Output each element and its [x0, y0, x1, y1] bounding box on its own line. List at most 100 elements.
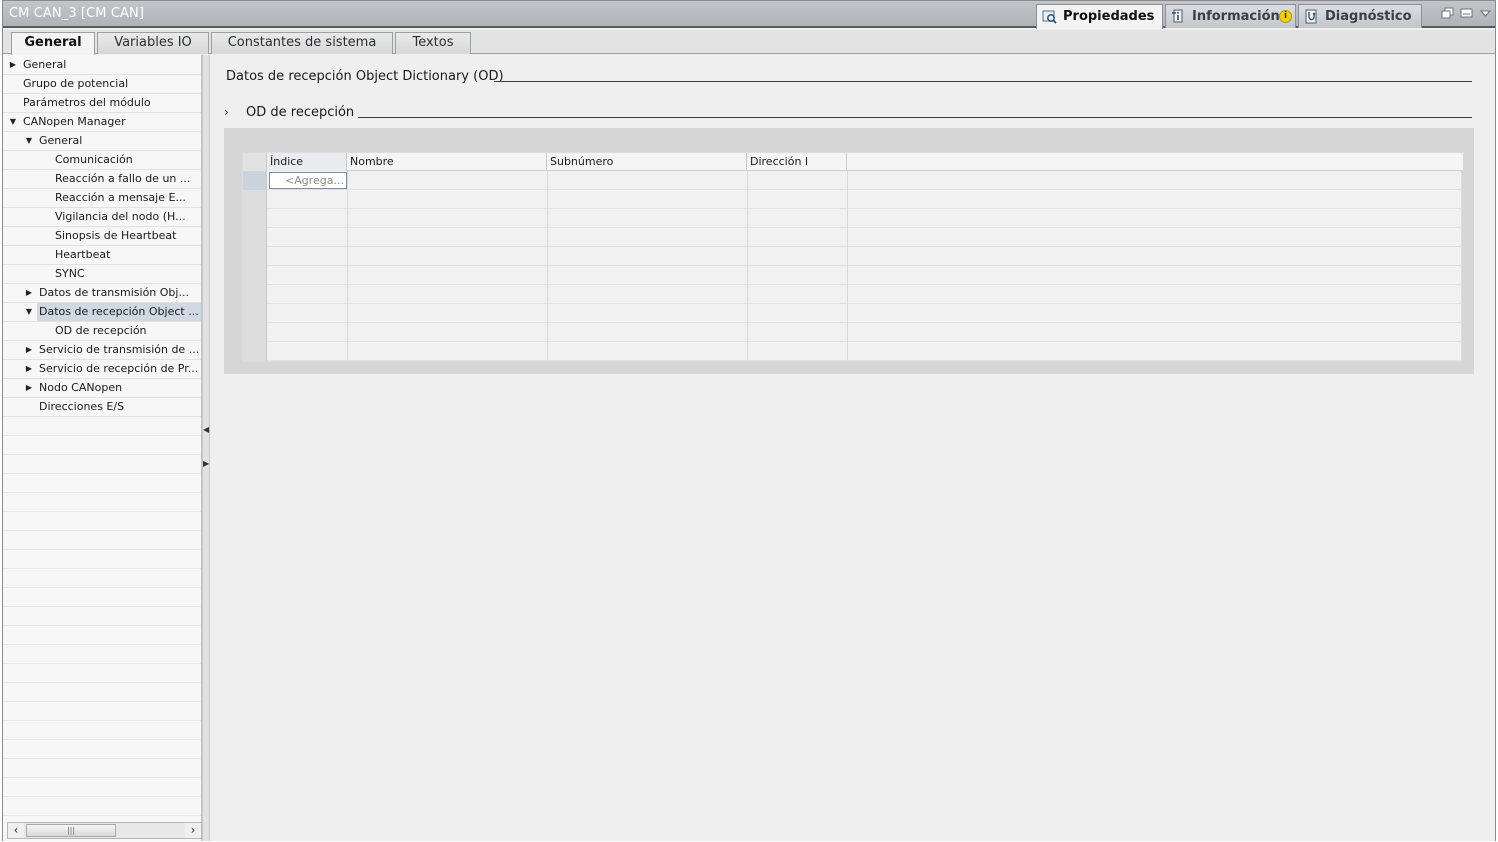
nav-item-manager-general[interactable]: ▼ General — [3, 132, 201, 151]
column-separator — [847, 171, 848, 190]
section-divider — [494, 81, 1472, 82]
subtab-general[interactable]: General — [11, 32, 95, 55]
column-header-name[interactable]: Nombre — [347, 153, 547, 171]
table-row[interactable] — [243, 247, 1463, 266]
column-separator — [747, 304, 748, 323]
nav-item-label: Datos de recepción Object ... — [37, 303, 201, 321]
column-separator — [547, 209, 548, 228]
table-row[interactable] — [243, 209, 1463, 228]
tab-properties[interactable]: Propiedades — [1036, 4, 1163, 29]
collapse-icon[interactable]: ▼ — [8, 113, 18, 131]
nav-item-od-receive[interactable]: OD de recepción — [3, 322, 201, 341]
info-icon — [1172, 9, 1183, 23]
panel-splitter[interactable]: ◀ ▶ — [202, 55, 210, 841]
subsection-title[interactable]: OD de recepción — [246, 105, 354, 120]
table-row[interactable] — [243, 266, 1463, 285]
float-window-icon[interactable] — [1441, 7, 1454, 19]
minimize-window-icon[interactable] — [1460, 7, 1473, 19]
row-header[interactable] — [243, 228, 267, 247]
table-row[interactable]: <Agrega... — [243, 171, 1463, 190]
nav-empty-row — [3, 740, 201, 759]
column-header-subnumber[interactable]: Subnúmero — [547, 153, 747, 171]
nav-item-label: Heartbeat — [55, 248, 111, 261]
collapse-icon[interactable]: ▼ — [24, 132, 34, 150]
column-header-address[interactable]: Dirección I — [747, 153, 847, 171]
table-row[interactable] — [243, 285, 1463, 304]
nav-item-transmit-od[interactable]: ▶ Datos de transmisión Obj... — [3, 284, 201, 303]
nav-item-canopen-manager[interactable]: ▼ CANopen Manager — [3, 113, 201, 132]
nav-item-node-guarding[interactable]: Vigilancia del nodo (H... — [3, 208, 201, 227]
nav-item-canopen-node[interactable]: ▶ Nodo CANopen — [3, 379, 201, 398]
od-table-container: Índice Nombre Subnúmero Dirección I <Agr… — [224, 128, 1474, 374]
collapse-left-icon[interactable]: ◀ — [203, 423, 209, 437]
scroll-left-icon[interactable]: ‹ — [8, 823, 24, 838]
row-header[interactable] — [243, 209, 267, 228]
row-header[interactable] — [243, 285, 267, 304]
nav-empty-row — [3, 512, 201, 531]
sub-tab-bar: General Variables IO Constantes de siste… — [3, 30, 1495, 55]
column-header-index[interactable]: Índice — [267, 153, 347, 171]
collapse-icon[interactable]: ▼ — [24, 303, 34, 321]
tab-info[interactable]: Información i — [1165, 4, 1296, 28]
nav-item-sync[interactable]: SYNC — [3, 265, 201, 284]
nav-item-label: CANopen Manager — [23, 115, 126, 128]
nav-horizontal-scrollbar[interactable]: ‹ ||| › — [7, 822, 202, 839]
nav-item-heartbeat[interactable]: Heartbeat — [3, 246, 201, 265]
column-separator — [747, 209, 748, 228]
row-header[interactable] — [243, 342, 267, 361]
row-header[interactable] — [243, 323, 267, 342]
nav-item-communication[interactable]: Comunicación — [3, 151, 201, 170]
nav-empty-row — [3, 550, 201, 569]
expand-icon[interactable]: ▶ — [24, 379, 34, 397]
table-row[interactable] — [243, 228, 1463, 247]
tab-diagnostics[interactable]: Diagnóstico — [1298, 4, 1422, 28]
nav-item-label: General — [23, 58, 67, 71]
row-header[interactable] — [243, 190, 267, 209]
dropdown-menu-icon[interactable] — [1479, 7, 1492, 19]
table-row[interactable] — [243, 323, 1463, 342]
expand-icon[interactable]: ▶ — [24, 360, 34, 378]
subtab-texts[interactable]: Textos — [395, 32, 471, 54]
nav-item-heartbeat-overview[interactable]: Sinopsis de Heartbeat — [3, 227, 201, 246]
nav-item-potential-group[interactable]: Grupo de potencial — [3, 75, 201, 94]
column-separator — [547, 266, 548, 285]
column-separator — [347, 323, 348, 342]
expand-icon[interactable]: ▶ — [24, 284, 34, 302]
expand-icon[interactable]: ▶ — [8, 56, 18, 74]
expand-right-icon[interactable]: ▶ — [203, 457, 209, 471]
subtab-io-variables[interactable]: Variables IO — [97, 32, 209, 54]
nav-item-failure-reaction[interactable]: Reacción a fallo de un ... — [3, 170, 201, 189]
nav-item-transmit-service[interactable]: ▶ Servicio de transmisión de ... — [3, 341, 201, 360]
nav-item-label: SYNC — [55, 267, 85, 280]
scrollbar-thumb[interactable]: ||| — [26, 824, 116, 837]
table-row[interactable] — [243, 190, 1463, 209]
nav-item-message-reaction[interactable]: Reacción a mensaje E... — [3, 189, 201, 208]
table-row[interactable] — [243, 304, 1463, 323]
nav-item-general[interactable]: ▶ General — [3, 56, 201, 75]
scroll-right-icon[interactable]: › — [185, 823, 201, 838]
expand-icon[interactable]: ▶ — [24, 341, 34, 359]
column-separator — [547, 190, 548, 209]
nav-empty-row — [3, 436, 201, 455]
info-badge-icon: i — [1279, 10, 1292, 23]
row-header[interactable] — [243, 247, 267, 266]
nav-item-receive-od[interactable]: ▼ Datos de recepción Object ... — [3, 303, 201, 322]
nav-empty-row — [3, 493, 201, 512]
nav-item-label: Reacción a mensaje E... — [55, 191, 186, 204]
nav-item-io-addresses[interactable]: Direcciones E/S — [3, 398, 201, 417]
row-header[interactable] — [243, 266, 267, 285]
row-header[interactable] — [243, 171, 267, 190]
table-row[interactable] — [243, 342, 1463, 361]
chevron-right-icon[interactable]: › — [224, 105, 229, 119]
nav-item-label: Grupo de potencial — [23, 77, 129, 90]
nav-item-receive-service[interactable]: ▶ Servicio de recepción de Pr... — [3, 360, 201, 379]
nav-empty-row — [3, 797, 201, 816]
od-receive-table[interactable]: Índice Nombre Subnúmero Dirección I <Agr… — [242, 152, 1463, 362]
column-separator — [547, 228, 548, 247]
content-area: Datos de recepción Object Dictionary (OD… — [210, 55, 1495, 841]
row-header[interactable] — [243, 304, 267, 323]
column-separator — [747, 190, 748, 209]
nav-item-module-parameters[interactable]: Parámetros del módulo — [3, 94, 201, 113]
subtab-system-constants[interactable]: Constantes de sistema — [211, 32, 393, 54]
add-entry-cell[interactable]: <Agrega... — [269, 172, 347, 189]
